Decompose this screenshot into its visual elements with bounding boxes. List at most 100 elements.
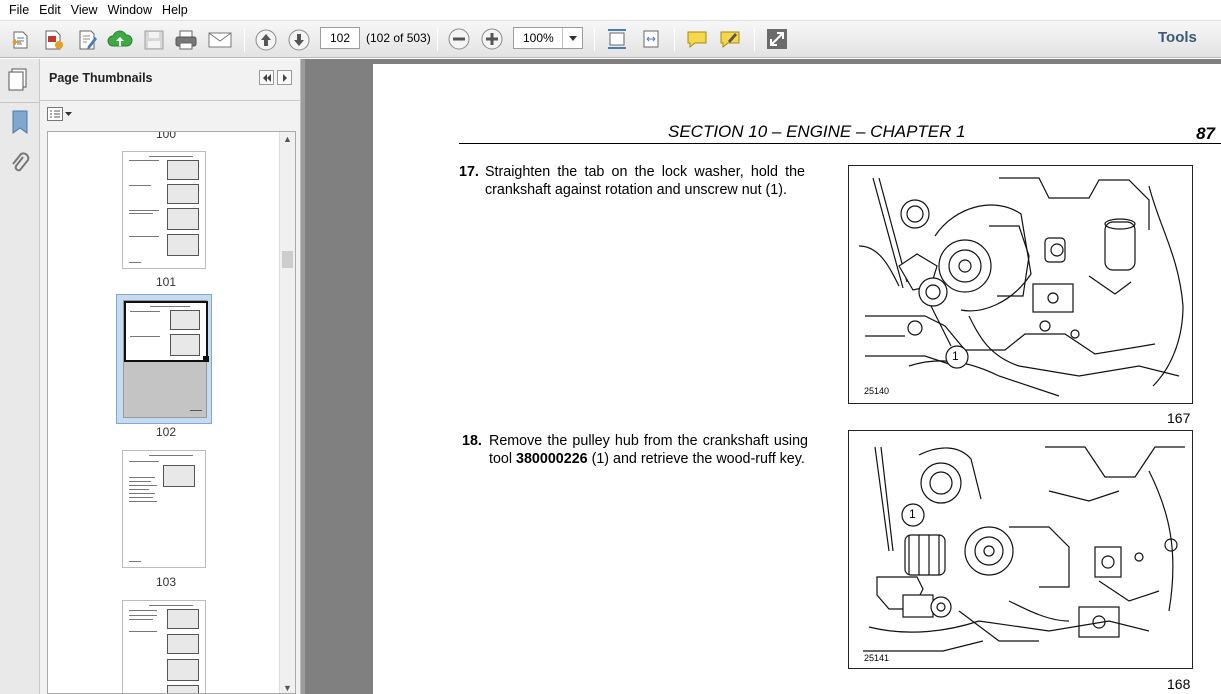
- menu-view[interactable]: View: [66, 3, 103, 17]
- zoom-value: 100%: [523, 31, 554, 45]
- hide-panel-button[interactable]: [277, 70, 292, 85]
- figure-168: 1 25141: [848, 430, 1193, 669]
- collapse-panel-button[interactable]: [259, 70, 274, 85]
- menu-window[interactable]: Window: [103, 3, 157, 17]
- full-screen-fit-button[interactable]: [638, 26, 664, 52]
- open-button[interactable]: [8, 27, 36, 53]
- engine-illustration: [858, 177, 1184, 397]
- thumbnail-label: 101: [155, 275, 177, 289]
- strip-divider: [0, 102, 40, 103]
- options-list-icon: [47, 107, 63, 121]
- thumbnail-label: 100: [155, 131, 177, 141]
- step-number: 18.: [462, 433, 482, 449]
- expand-icon: [767, 29, 787, 49]
- print-button[interactable]: [172, 27, 200, 53]
- email-button[interactable]: [205, 27, 235, 53]
- menu-file[interactable]: File: [4, 3, 34, 17]
- chevron-down-icon[interactable]: [562, 28, 582, 48]
- step-text-continued: (1) and retrieve the wood-ruff key.: [587, 451, 805, 467]
- paperclip-icon: [12, 152, 30, 172]
- thumbnail-scrollbar[interactable]: ▲ ▼: [279, 132, 295, 693]
- figure-number: 167: [1167, 410, 1191, 426]
- chevron-down-icon: [65, 112, 72, 116]
- fit-width-icon: [643, 30, 659, 48]
- zoom-out-button[interactable]: [446, 26, 472, 52]
- panel-divider: [40, 100, 301, 101]
- document-page: SECTION 10 – ENGINE – CHAPTER 1 87 17. S…: [373, 64, 1221, 694]
- scroll-down-icon[interactable]: ▼: [283, 683, 292, 693]
- save-icon: [144, 30, 164, 50]
- create-pdf-icon: [45, 30, 63, 50]
- thumbnail-page-104[interactable]: [122, 600, 206, 693]
- bookmarks-tab[interactable]: [9, 109, 31, 138]
- next-page-button[interactable]: [286, 27, 312, 53]
- figure-167: 1 25140: [848, 165, 1193, 404]
- toolbar-divider: [437, 27, 438, 51]
- step-18: 18. Remove the pulley hub from the crank…: [462, 432, 808, 468]
- toolbar-divider: [594, 27, 595, 51]
- thumbnail-options-button[interactable]: [47, 107, 72, 121]
- step-text: Straighten the tab on the lock washer, h…: [485, 164, 805, 198]
- figure-number: 168: [1167, 676, 1191, 692]
- thumbnail-page-102-selected[interactable]: [116, 294, 212, 424]
- menu-edit[interactable]: Edit: [34, 3, 66, 17]
- thumbnail-page-103[interactable]: [122, 450, 206, 568]
- arrow-down-icon: [288, 29, 310, 51]
- plus-icon: [481, 28, 503, 50]
- figure-callout: 1: [952, 349, 959, 363]
- thumbnail-label: 102: [155, 425, 177, 439]
- page-number-input[interactable]: 102: [320, 27, 360, 49]
- cloud-upload-icon: [107, 30, 133, 47]
- panel-title: Page Thumbnails: [49, 71, 153, 85]
- highlight-button[interactable]: [717, 26, 743, 52]
- step-17: 17. Straighten the tab on the lock washe…: [459, 163, 805, 199]
- step-number: 17.: [459, 164, 479, 180]
- pages-icon: [8, 68, 27, 91]
- fit-page-icon: [608, 29, 626, 49]
- figure-code: 25141: [864, 653, 890, 663]
- navigation-strip: [0, 59, 40, 694]
- scroll-thumb[interactable]: [282, 251, 293, 268]
- expand-button[interactable]: [764, 26, 790, 52]
- page-thumbnails-panel: Page Thumbnails 100 101 102 103 ▲ ▼: [40, 59, 301, 694]
- section-title: SECTION 10 – ENGINE – CHAPTER 1: [668, 122, 966, 141]
- toolbar-divider: [754, 27, 755, 51]
- engine-illustration: [863, 446, 1185, 652]
- tool-code: 380000226: [516, 451, 588, 467]
- page-thumbnails-tab[interactable]: [6, 67, 32, 94]
- menu-bar: File Edit View Window Help: [0, 0, 1221, 20]
- toolbar-divider: [244, 28, 245, 52]
- previous-page-button[interactable]: [253, 27, 279, 53]
- chevron-right-icon: [282, 73, 287, 82]
- save-button[interactable]: [140, 27, 168, 53]
- thumbnail-list[interactable]: 100 101 102 103 ▲ ▼: [47, 131, 296, 694]
- page-header: SECTION 10 – ENGINE – CHAPTER 1 87: [459, 120, 1221, 144]
- upload-button[interactable]: [106, 27, 134, 53]
- envelope-icon: [208, 32, 232, 48]
- page-number: 87: [1196, 124, 1215, 143]
- page-count: (102 of 503): [366, 31, 431, 45]
- speech-bubble-icon: [687, 31, 707, 49]
- figure-callout: 1: [909, 507, 916, 521]
- fit-page-button[interactable]: [604, 26, 630, 52]
- scroll-up-icon[interactable]: ▲: [283, 134, 292, 144]
- minus-icon: [448, 28, 470, 50]
- comment-button[interactable]: [684, 26, 710, 52]
- highlighter-icon: [720, 31, 740, 49]
- thumbnail-page-101[interactable]: [122, 151, 206, 269]
- zoom-select[interactable]: 100%: [513, 27, 583, 49]
- thumbnail-label: 103: [155, 575, 177, 589]
- document-viewer[interactable]: SECTION 10 – ENGINE – CHAPTER 1 87 17. S…: [305, 59, 1221, 694]
- edit-button[interactable]: [74, 27, 102, 53]
- tools-button[interactable]: Tools: [1158, 29, 1197, 46]
- toolbar-divider: [674, 27, 675, 51]
- thumbnail-page-102: [123, 300, 209, 418]
- edit-icon: [79, 30, 97, 50]
- zoom-in-button[interactable]: [479, 26, 505, 52]
- double-chevron-left-icon: [262, 73, 271, 82]
- printer-icon: [175, 30, 197, 50]
- menu-help[interactable]: Help: [157, 3, 193, 17]
- create-pdf-button[interactable]: [40, 27, 68, 53]
- arrow-up-icon: [255, 29, 277, 51]
- attachments-tab[interactable]: [9, 151, 31, 180]
